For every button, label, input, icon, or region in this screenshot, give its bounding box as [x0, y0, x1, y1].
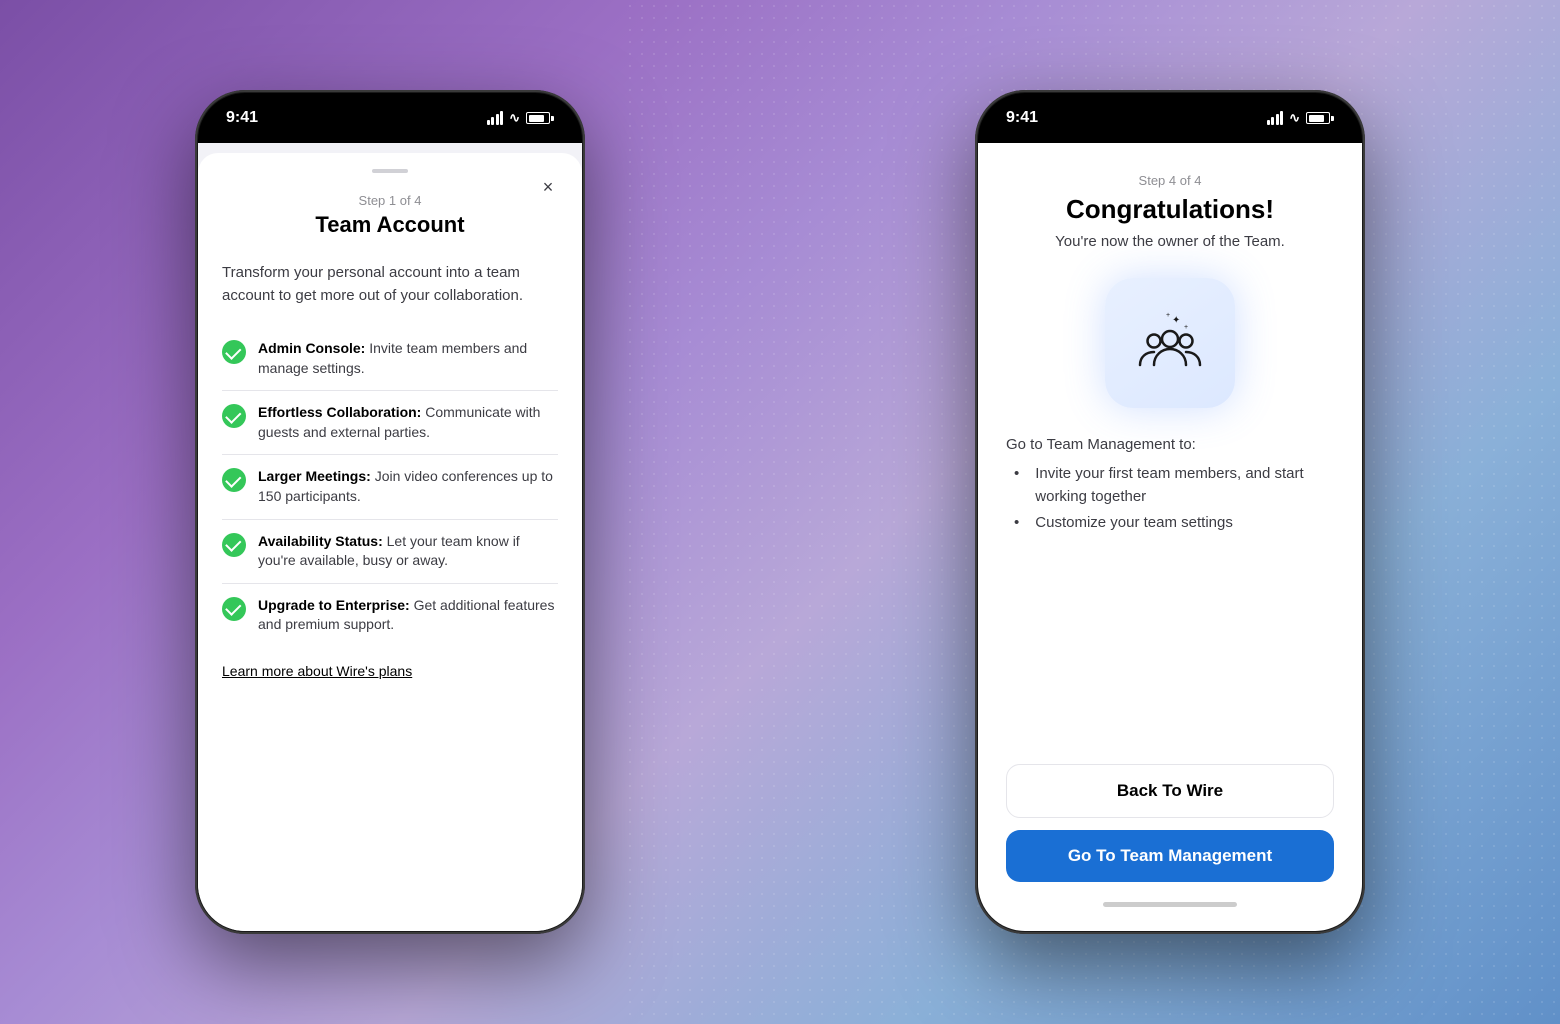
- sheet: × Step 1 of 4 Team Account Transform you…: [198, 153, 582, 931]
- congrats-title: Congratulations!: [1006, 194, 1334, 225]
- status-icons-1: ∿: [487, 110, 554, 126]
- team-icon-bg: ✦ + +: [1105, 278, 1235, 408]
- back-to-wire-button[interactable]: Back To Wire: [1006, 764, 1334, 818]
- feature-bold-4: Availability Status:: [258, 533, 383, 549]
- feature-list: Admin Console: Invite team members and m…: [222, 327, 558, 647]
- team-sparkle-icon: ✦ + +: [1130, 303, 1210, 383]
- signal-bars-icon-2: [1267, 111, 1284, 125]
- dynamic-island-2: [1110, 105, 1230, 139]
- home-indicator: [1103, 902, 1237, 907]
- time-1: 9:41: [226, 109, 258, 127]
- check-icon-1: [222, 340, 246, 364]
- list-item: Effortless Collaboration: Communicate wi…: [222, 391, 558, 455]
- sheet-description: Transform your personal account into a t…: [222, 262, 558, 307]
- check-icon-3: [222, 468, 246, 492]
- actions: Back To Wire Go To Team Management: [1006, 764, 1334, 907]
- feature-bold-3: Larger Meetings:: [258, 468, 371, 484]
- battery-icon: [526, 112, 554, 124]
- phone-1-screen: × Step 1 of 4 Team Account Transform you…: [198, 143, 582, 931]
- feature-text-4: Availability Status: Let your team know …: [258, 532, 558, 571]
- step-label-2: Step 4 of 4: [1006, 173, 1334, 188]
- learn-more-link[interactable]: Learn more about Wire's plans: [222, 663, 412, 679]
- sheet-title-1: Team Account: [222, 212, 558, 238]
- feature-text-1: Admin Console: Invite team members and m…: [258, 339, 558, 378]
- phone-2-inner: 9:41 ∿ Step 4 of 4 Congratulations! You'…: [978, 93, 1362, 931]
- management-item-1: Invite your first team members, and star…: [1035, 463, 1334, 508]
- dynamic-island: [330, 105, 450, 139]
- feature-bold-1: Admin Console:: [258, 340, 365, 356]
- list-item: Availability Status: Let your team know …: [222, 520, 558, 584]
- phone-2-screen: Step 4 of 4 Congratulations! You're now …: [978, 143, 1362, 931]
- phone-1: 9:41 ∿ × Step 1 of 4: [195, 90, 585, 934]
- time-2: 9:41: [1006, 109, 1038, 127]
- feature-bold-2: Effortless Collaboration:: [258, 404, 421, 420]
- battery-icon-2: [1306, 112, 1334, 124]
- svg-text:+: +: [1184, 324, 1188, 331]
- sheet-handle: [372, 169, 408, 173]
- phone-2: 9:41 ∿ Step 4 of 4 Congratulations! You'…: [975, 90, 1365, 934]
- list-item: Larger Meetings: Join video conferences …: [222, 455, 558, 519]
- feature-text-3: Larger Meetings: Join video conferences …: [258, 467, 558, 506]
- management-intro: Go to Team Management to:: [1006, 436, 1334, 453]
- wifi-icon-2: ∿: [1289, 110, 1300, 126]
- feature-text-5: Upgrade to Enterprise: Get additional fe…: [258, 596, 558, 635]
- feature-bold-5: Upgrade to Enterprise:: [258, 597, 410, 613]
- management-list: Invite your first team members, and star…: [1006, 463, 1334, 535]
- management-section: Go to Team Management to: Invite your fi…: [1006, 436, 1334, 539]
- management-item-2: Customize your team settings: [1035, 512, 1233, 535]
- scene: 9:41 ∿ × Step 1 of 4: [0, 0, 1560, 1024]
- feature-text-2: Effortless Collaboration: Communicate wi…: [258, 403, 558, 442]
- status-icons-2: ∿: [1267, 110, 1334, 126]
- phone-1-inner: 9:41 ∿ × Step 1 of 4: [198, 93, 582, 931]
- congrats-subtitle: You're now the owner of the Team.: [1006, 233, 1334, 250]
- check-icon-5: [222, 597, 246, 621]
- step-label-1: Step 1 of 4: [222, 193, 558, 208]
- check-icon-4: [222, 533, 246, 557]
- signal-bars-icon: [487, 111, 504, 125]
- list-item: Customize your team settings: [1014, 512, 1334, 535]
- svg-text:+: +: [1166, 312, 1170, 319]
- wifi-icon: ∿: [509, 110, 520, 126]
- check-icon-2: [222, 404, 246, 428]
- list-item: Admin Console: Invite team members and m…: [222, 327, 558, 391]
- team-icon-container: ✦ + +: [1006, 278, 1334, 408]
- svg-text:✦: ✦: [1172, 315, 1180, 326]
- list-item: Upgrade to Enterprise: Get additional fe…: [222, 584, 558, 647]
- list-item: Invite your first team members, and star…: [1014, 463, 1334, 508]
- go-to-team-management-button[interactable]: Go To Team Management: [1006, 830, 1334, 882]
- close-button[interactable]: ×: [534, 173, 562, 201]
